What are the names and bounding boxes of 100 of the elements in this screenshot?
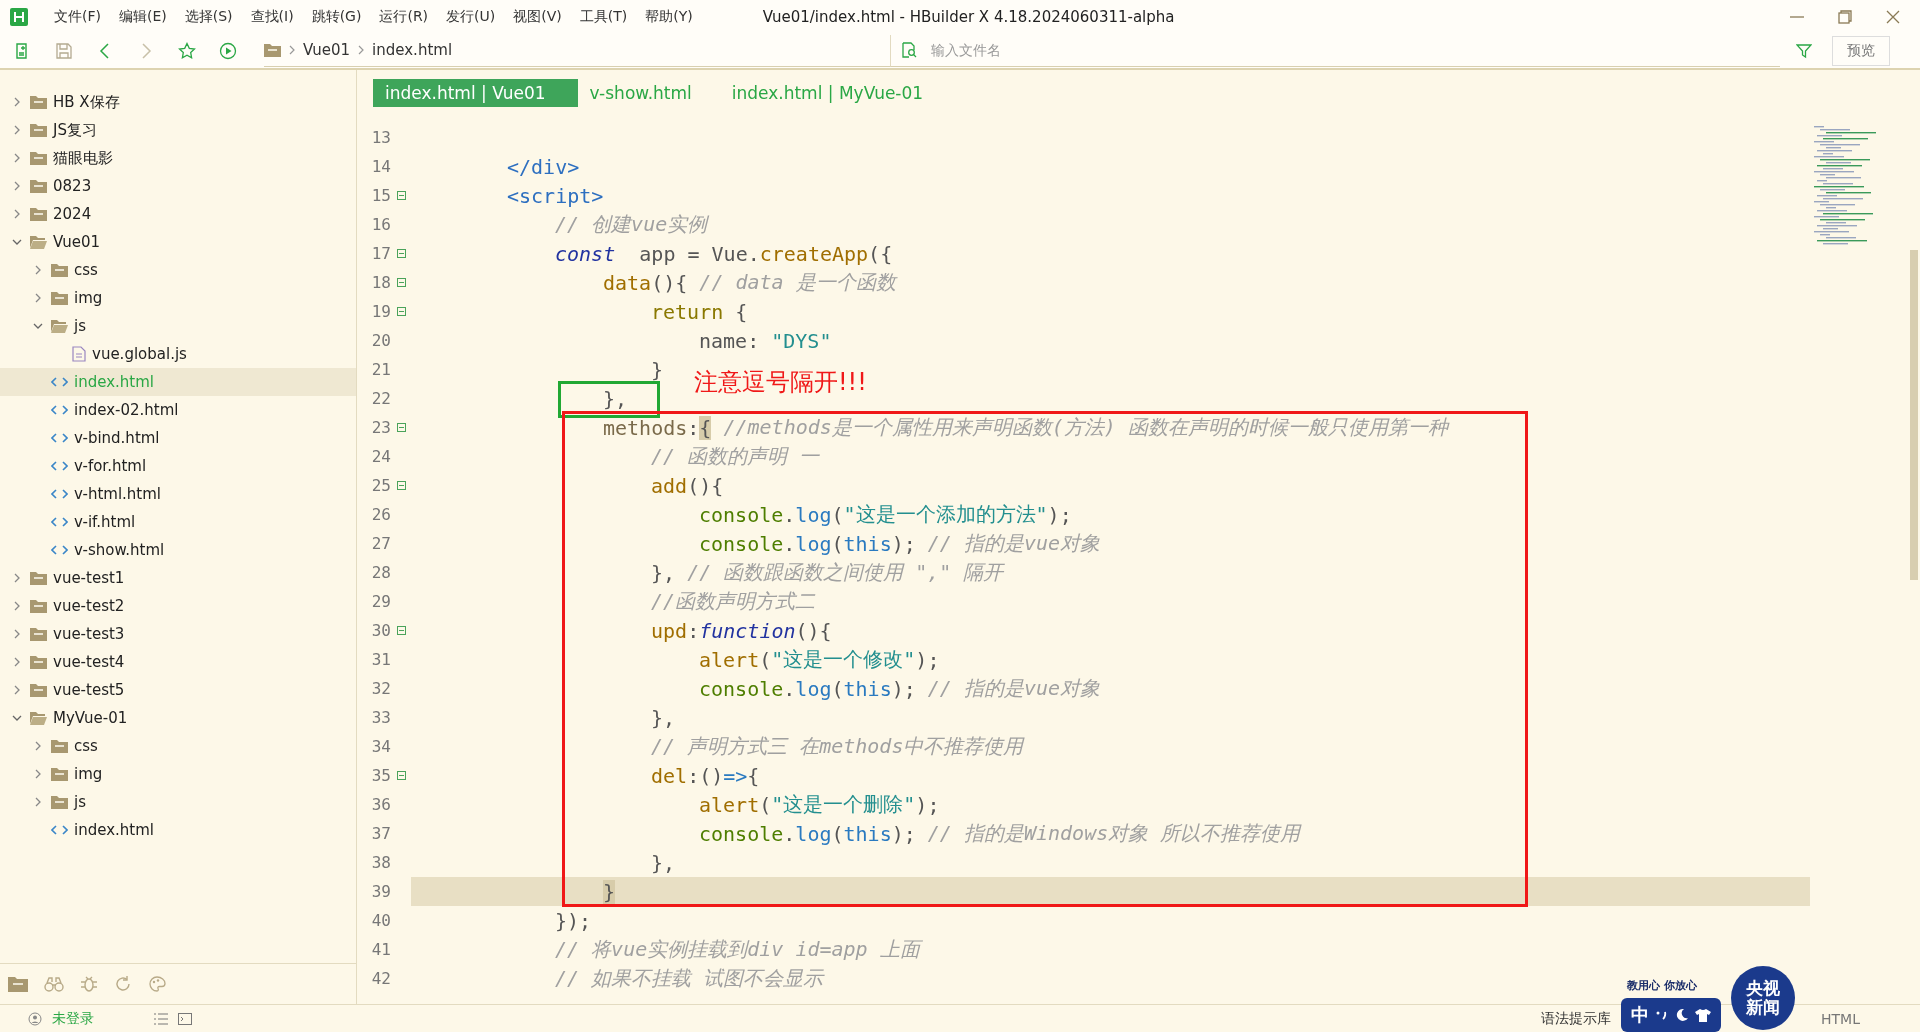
line-number: 26 — [370, 505, 391, 524]
syntax-library-link[interactable]: 语法提示库 — [1541, 1009, 1612, 1028]
binoculars-icon[interactable] — [44, 976, 64, 992]
tree-item[interactable]: v-for.html — [0, 452, 356, 480]
fold-icon[interactable] — [396, 307, 406, 316]
code-token: console — [699, 502, 784, 527]
menu-item[interactable]: 查找(I) — [250, 7, 294, 26]
menu-item[interactable]: 工具(T) — [579, 7, 628, 26]
tree-item[interactable]: v-if.html — [0, 508, 356, 536]
tree-item[interactable]: HB X保存 — [0, 88, 356, 116]
shirt-icon[interactable] — [1695, 1008, 1712, 1022]
menu-item[interactable]: 编辑(E) — [119, 7, 167, 26]
terminal-icon[interactable] — [178, 1012, 192, 1025]
bug-icon[interactable] — [80, 975, 98, 993]
code-token: => — [723, 763, 748, 788]
ime-mode[interactable]: 中 — [1631, 1003, 1650, 1027]
fold-icon[interactable] — [396, 191, 406, 200]
tree-item[interactable]: 0823 — [0, 172, 356, 200]
tree-item[interactable]: vue.global.js — [0, 340, 356, 368]
chevron-right-icon — [14, 573, 20, 583]
scrollbar-thumb[interactable] — [1910, 250, 1918, 580]
menu-item[interactable]: 跳转(G) — [311, 7, 362, 26]
tree-item[interactable]: MyVue-01 — [0, 704, 356, 732]
code-token: log — [795, 502, 832, 527]
code-token: ); — [915, 647, 940, 672]
news-badge: 央视 新闻 — [1731, 966, 1796, 1030]
run-icon[interactable] — [219, 41, 237, 60]
code-icon — [51, 404, 68, 416]
fold-icon[interactable] — [396, 423, 406, 432]
tree-item[interactable]: v-html.html — [0, 480, 356, 508]
filter-icon[interactable] — [1796, 42, 1812, 59]
tree-item[interactable]: 猫眼电影 — [0, 144, 356, 172]
tree-item[interactable]: css — [0, 256, 356, 284]
menu-item[interactable]: 帮助(Y) — [645, 7, 693, 26]
tree-item[interactable]: v-show.html — [0, 536, 356, 564]
code-icon — [51, 376, 68, 388]
file-type-label[interactable]: HTML — [1821, 1010, 1860, 1027]
preview-button[interactable]: 预览 — [1832, 35, 1890, 66]
folder-icon — [30, 683, 47, 697]
tree-item[interactable]: img — [0, 284, 356, 312]
line-number: 14 — [370, 157, 391, 176]
tree-item[interactable]: js — [0, 788, 356, 816]
tree-item[interactable]: vue-test2 — [0, 592, 356, 620]
save-icon[interactable] — [55, 41, 73, 60]
tree-item[interactable]: vue-test1 — [0, 564, 356, 592]
line-number: 39 — [370, 882, 391, 901]
breadcrumb-item[interactable]: index.html — [372, 41, 453, 59]
list-icon[interactable] — [154, 1012, 168, 1025]
fold-icon[interactable] — [396, 771, 406, 780]
folder-icon — [30, 627, 47, 641]
moon-icon[interactable] — [1675, 1008, 1690, 1022]
tree-item[interactable]: vue-test5 — [0, 676, 356, 704]
folder-icon — [51, 795, 68, 809]
tree-item[interactable]: Vue01 — [0, 228, 356, 256]
menu-item[interactable]: 选择(S) — [184, 7, 233, 26]
restore-icon[interactable] — [1838, 9, 1852, 24]
menu-item[interactable]: 运行(R) — [379, 7, 429, 26]
code-icon — [51, 516, 68, 528]
ime-slogan: 教用心 你放心 — [1627, 979, 1697, 993]
close-icon[interactable] — [1886, 9, 1900, 24]
tree-item-label: vue-test2 — [53, 597, 125, 615]
palette-icon[interactable] — [148, 975, 166, 993]
menu-item[interactable]: 发行(U) — [446, 7, 496, 26]
line-number: 31 — [370, 650, 391, 669]
ime-toolbar[interactable]: 中 — [1621, 998, 1722, 1032]
code-token: { — [734, 299, 748, 324]
tree-item[interactable]: index-02.html — [0, 396, 356, 424]
tree-item-label: HB X保存 — [53, 92, 120, 112]
folder-icon — [30, 571, 47, 585]
menu-item[interactable]: 视图(V) — [513, 7, 562, 26]
refresh-icon[interactable] — [114, 975, 132, 993]
folder-icon — [30, 179, 47, 193]
menu-item[interactable]: 文件(F) — [54, 7, 101, 26]
fold-icon[interactable] — [396, 481, 406, 490]
tree-item[interactable]: js — [0, 312, 356, 340]
line-number: 20 — [370, 331, 391, 350]
tree-item[interactable]: JS复习 — [0, 116, 356, 144]
code-token: "这是一个添加的方法" — [843, 501, 1048, 528]
star-icon[interactable] — [178, 41, 196, 60]
fold-icon[interactable] — [396, 249, 406, 258]
code-token: console — [699, 676, 784, 701]
search-file-icon — [901, 42, 917, 58]
tree-item[interactable]: v-bind.html — [0, 424, 356, 452]
tree-item[interactable]: img — [0, 760, 356, 788]
line-number: 37 — [370, 824, 391, 843]
tree-item[interactable]: index.html — [0, 816, 356, 844]
code-token: del — [651, 763, 688, 788]
code-token: this — [843, 531, 892, 556]
chevron-down-icon — [33, 323, 43, 329]
breadcrumb-item[interactable]: Vue01 — [303, 41, 351, 59]
tree-item-label: css — [74, 737, 98, 755]
tree-item[interactable]: 2024 — [0, 200, 356, 228]
tree-item[interactable]: css — [0, 732, 356, 760]
code-token: // 创建vue实例 — [555, 211, 708, 238]
tree-item[interactable]: vue-test4 — [0, 648, 356, 676]
project-icon[interactable] — [8, 976, 28, 992]
fold-icon[interactable] — [396, 626, 406, 635]
tree-item[interactable]: vue-test3 — [0, 620, 356, 648]
chevron-right-icon — [14, 153, 20, 163]
fold-icon[interactable] — [396, 278, 406, 287]
